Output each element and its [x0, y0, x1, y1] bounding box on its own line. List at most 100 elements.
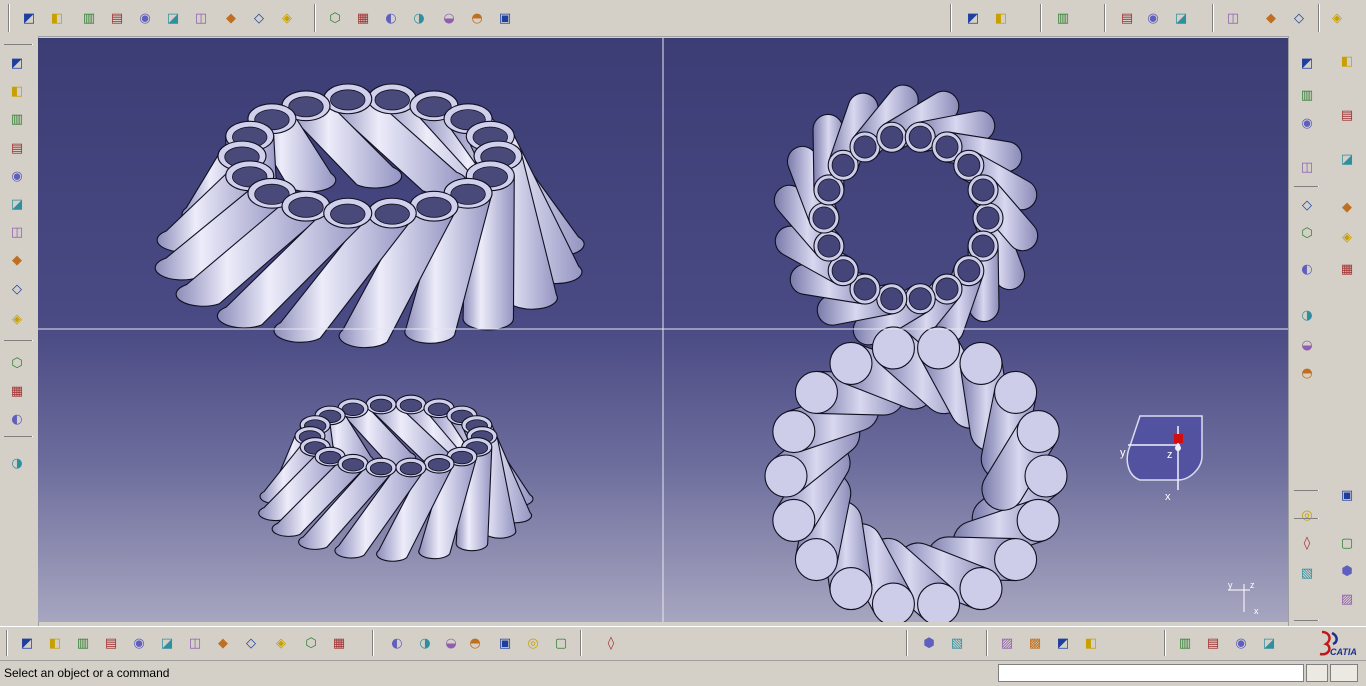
- line-icon[interactable]: ◪: [1170, 7, 1192, 29]
- measure-inertia-icon[interactable]: ◐: [6, 408, 28, 430]
- dimension-icon[interactable]: ▦: [1336, 258, 1358, 280]
- cut-icon[interactable]: ◉: [6, 165, 28, 187]
- measure-icon[interactable]: ▢: [1336, 532, 1358, 554]
- pan-icon[interactable]: ▥: [72, 632, 94, 654]
- pad-icon[interactable]: ▥: [78, 7, 100, 29]
- command-input-button-2[interactable]: [1330, 664, 1358, 682]
- 3d-viewport[interactable]: y z x y z x: [38, 38, 1288, 622]
- scan-icon[interactable]: ◒: [1296, 334, 1318, 356]
- capture-icon[interactable]: ◑: [6, 452, 28, 474]
- fillet-icon[interactable]: ◐: [380, 7, 402, 29]
- curve-icon[interactable]: ▧: [1296, 562, 1318, 584]
- catalog-browser-icon[interactable]: ▥: [1174, 632, 1196, 654]
- slot-icon[interactable]: ◇: [248, 7, 270, 29]
- thickness-icon[interactable]: ▣: [494, 7, 516, 29]
- open-icon[interactable]: ◧: [6, 80, 28, 102]
- update-icon[interactable]: ◊: [600, 632, 622, 654]
- undo-icon[interactable]: ◆: [6, 249, 28, 271]
- body-icon[interactable]: ◊: [1296, 532, 1318, 554]
- reaction-icon[interactable]: ▢: [550, 632, 572, 654]
- draft-icon[interactable]: ◒: [438, 7, 460, 29]
- design-table-icon[interactable]: ◓: [464, 632, 486, 654]
- hide-show-icon[interactable]: ⬡: [300, 632, 322, 654]
- iso-view-icon[interactable]: ◇: [240, 632, 262, 654]
- apply-material-icon[interactable]: ◑: [1296, 304, 1318, 326]
- assemble-icon[interactable]: ▥: [1296, 84, 1318, 106]
- measure-item-icon[interactable]: ▦: [6, 380, 28, 402]
- translate-icon[interactable]: ◆: [1260, 7, 1282, 29]
- close-surface-icon[interactable]: ▥: [1052, 7, 1074, 29]
- measure-icon[interactable]: ▤: [1202, 632, 1224, 654]
- swap-view-icon[interactable]: ▦: [328, 632, 350, 654]
- surface-icon[interactable]: ⬢: [1336, 560, 1358, 582]
- axis-system-icon[interactable]: ⬢: [918, 632, 940, 654]
- remove-icon[interactable]: ◫: [1296, 156, 1318, 178]
- parameter-icon[interactable]: ◒: [440, 632, 462, 654]
- mirror-icon[interactable]: ◇: [1288, 7, 1310, 29]
- sketch-analysis-icon[interactable]: ◐: [1296, 258, 1318, 280]
- formula-icon[interactable]: ◐: [386, 632, 408, 654]
- catalog-icon[interactable]: ◓: [1296, 362, 1318, 384]
- sew-surface-icon[interactable]: ▤: [1116, 7, 1138, 29]
- viewport-canvas[interactable]: y z x y z x: [38, 38, 1288, 622]
- pattern-icon[interactable]: ◈: [1326, 7, 1348, 29]
- rotate-icon[interactable]: ▤: [100, 632, 122, 654]
- sheet-icon[interactable]: ▨: [1336, 588, 1358, 610]
- pcs-icon[interactable]: ▤: [1336, 104, 1358, 126]
- shading-icon[interactable]: ◈: [270, 632, 292, 654]
- measure-between-icon[interactable]: ⬡: [6, 352, 28, 374]
- save-icon[interactable]: ▥: [6, 108, 28, 130]
- command-input-button-1[interactable]: [1306, 664, 1328, 682]
- rib-icon[interactable]: ◆: [220, 7, 242, 29]
- annotation-text-icon[interactable]: ◆: [1336, 196, 1358, 218]
- paste-icon[interactable]: ◫: [6, 221, 28, 243]
- union-trim-icon[interactable]: ⬡: [1296, 222, 1318, 244]
- plane-icon[interactable]: ◫: [1222, 7, 1244, 29]
- lock-icon[interactable]: ◎: [522, 632, 544, 654]
- copy-icon[interactable]: ◪: [6, 193, 28, 215]
- multi-view-icon[interactable]: ◆: [212, 632, 234, 654]
- chamfer-icon[interactable]: ◑: [408, 7, 430, 29]
- stiffener-icon[interactable]: ◈: [276, 7, 298, 29]
- redo-icon[interactable]: ◇: [6, 278, 28, 300]
- groove-icon[interactable]: ◪: [162, 7, 184, 29]
- settings-icon[interactable]: ◧: [1336, 50, 1358, 72]
- split-icon[interactable]: ◩: [962, 7, 984, 29]
- print-icon[interactable]: ▤: [6, 137, 28, 159]
- fit-all-icon-glyph: ◧: [48, 635, 62, 651]
- shell-icon[interactable]: ◓: [466, 7, 488, 29]
- select-icon[interactable]: ◪: [1336, 148, 1358, 170]
- remove-multi-section-icon[interactable]: ▦: [352, 7, 374, 29]
- pocket-icon[interactable]: ▤: [106, 7, 128, 29]
- publication-icon[interactable]: ◪: [1258, 632, 1280, 654]
- multi-section-icon[interactable]: ⬡: [324, 7, 346, 29]
- sketch-icon[interactable]: ◩: [18, 7, 40, 29]
- hole-icon[interactable]: ◫: [190, 7, 212, 29]
- whats-this-icon[interactable]: ◈: [6, 308, 28, 330]
- command-input[interactable]: [998, 664, 1304, 682]
- sketch-tools-icon[interactable]: ◩: [1052, 632, 1074, 654]
- zoom-in-icon[interactable]: ◉: [128, 632, 150, 654]
- analysis-icon[interactable]: ◎: [1296, 504, 1318, 526]
- material-icon[interactable]: ◧: [1080, 632, 1102, 654]
- part-body-icon[interactable]: ▩: [1024, 632, 1046, 654]
- analysis-icon[interactable]: ◉: [1230, 632, 1252, 654]
- boolean-icon[interactable]: ◩: [1296, 52, 1318, 74]
- positioned-sketch-icon[interactable]: ◧: [46, 7, 68, 29]
- fit-all-icon[interactable]: ◧: [44, 632, 66, 654]
- law-icon[interactable]: ▣: [494, 632, 516, 654]
- intersect-icon[interactable]: ◇: [1296, 194, 1318, 216]
- knowledge-icon[interactable]: ◑: [414, 632, 436, 654]
- sketch-view-icon[interactable]: ▧: [946, 632, 968, 654]
- thick-surface-icon[interactable]: ◧: [990, 7, 1012, 29]
- body-icon[interactable]: ▨: [996, 632, 1018, 654]
- new-document-icon[interactable]: ◩: [6, 52, 28, 74]
- inertia-icon[interactable]: ▣: [1336, 484, 1358, 506]
- add-icon[interactable]: ◉: [1296, 112, 1318, 134]
- point-icon[interactable]: ◉: [1142, 7, 1164, 29]
- zoom-out-icon[interactable]: ◪: [156, 632, 178, 654]
- normal-view-icon[interactable]: ◫: [184, 632, 206, 654]
- fly-mode-icon[interactable]: ◩: [16, 632, 38, 654]
- flag-note-icon[interactable]: ◈: [1336, 226, 1358, 248]
- shaft-icon[interactable]: ◉: [134, 7, 156, 29]
